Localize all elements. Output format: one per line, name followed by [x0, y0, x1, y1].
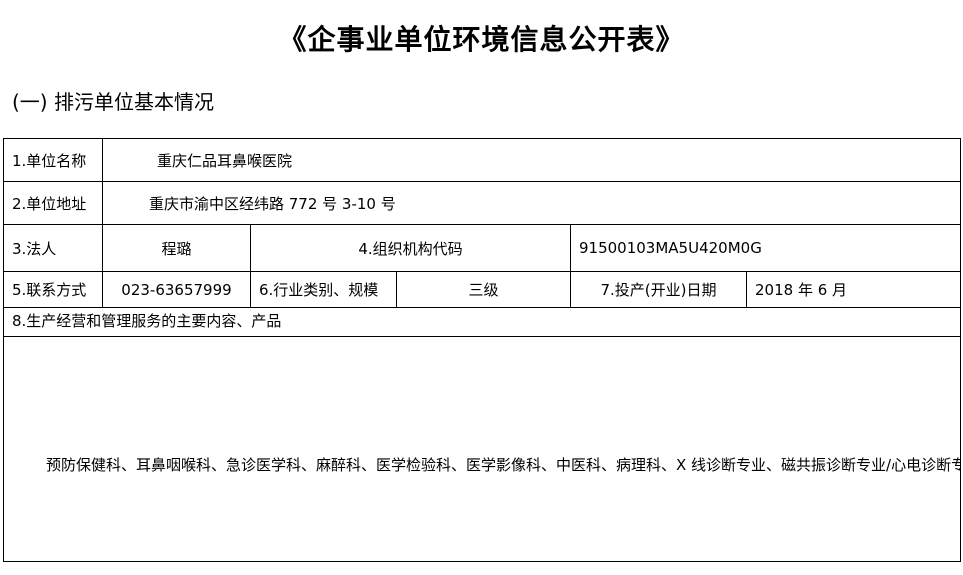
open-date-label: 7.投产(开业)日期 [570, 271, 747, 308]
industry-label: 6.行业类别、规模 [250, 271, 397, 308]
page-title: 《企事业单位环境信息公开表》 [278, 23, 685, 56]
contact-value: 023-63657999 [102, 271, 251, 308]
table-row: 预防保健科、耳鼻咽喉科、急诊医学科、麻醉科、医学检验科、医学影像科、中医科、病理… [2, 336, 962, 562]
business-content: 预防保健科、耳鼻咽喉科、急诊医学科、麻醉科、医学检验科、医学影像科、中医科、病理… [46, 455, 960, 474]
info-table: 1.单位名称 重庆仁品耳鼻喉医院 2.单位地址 重庆市渝中区经纬路 772 号 … [2, 138, 962, 562]
org-code-value: 91500103MA5U420M0G [569, 224, 962, 272]
business-content-cell: 预防保健科、耳鼻咽喉科、急诊医学科、麻醉科、医学检验科、医学影像科、中医科、病理… [2, 336, 962, 562]
unit-name-label: 1.单位名称 [3, 138, 103, 182]
table-row: 1.单位名称 重庆仁品耳鼻喉医院 [3, 138, 962, 182]
org-code-label: 4.组织机构代码 [250, 224, 571, 272]
table-row: 5.联系方式 023-63657999 6.行业类别、规模 三级 7.投产(开业… [3, 271, 962, 308]
unit-name-value: 重庆仁品耳鼻喉医院 [101, 138, 962, 182]
table-row: 3.法人 程璐 4.组织机构代码 91500103MA5U420M0G [3, 224, 962, 272]
section-heading: (一) 排污单位基本情况 [12, 90, 214, 114]
address-label: 2.单位地址 [3, 181, 103, 225]
industry-value: 三级 [396, 271, 571, 308]
legal-person-value: 程璐 [102, 224, 251, 272]
address-value: 重庆市渝中区经纬路 772 号 3-10 号 [101, 181, 962, 225]
business-label: 8.生产经营和管理服务的主要内容、产品 [2, 307, 962, 337]
legal-person-label: 3.法人 [3, 224, 103, 272]
table-row: 8.生产经营和管理服务的主要内容、产品 [2, 307, 962, 337]
contact-label: 5.联系方式 [3, 271, 103, 308]
open-date-value: 2018 年 6 月 [745, 271, 962, 308]
table-row: 2.单位地址 重庆市渝中区经纬路 772 号 3-10 号 [3, 181, 962, 225]
